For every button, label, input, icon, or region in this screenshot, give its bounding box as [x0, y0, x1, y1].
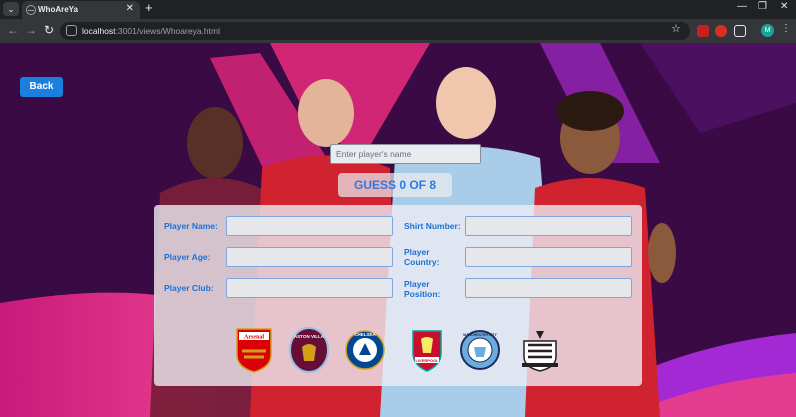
player-name-search-input[interactable]	[330, 144, 481, 164]
browser-menu-icon[interactable]: ⋮	[781, 23, 791, 34]
shirt-number-label: Shirt Number:	[404, 221, 461, 231]
player-name-field	[226, 216, 393, 236]
extension-red-icon[interactable]	[697, 25, 709, 37]
globe-icon	[26, 5, 36, 15]
guess-counter: GUESS 0 OF 8	[338, 173, 452, 197]
address-bar[interactable]: localhost:3001/views/Whoareya.html	[60, 22, 690, 40]
page-viewport: Back GUESS 0 OF 8 Player Name: Shirt Num…	[0, 43, 796, 417]
aston-villa-crest-icon: ASTON VILLA	[289, 327, 329, 373]
player-age-label: Player Age:	[164, 252, 211, 262]
minimize-icon[interactable]: —	[737, 1, 747, 12]
player-club-field	[226, 278, 393, 298]
close-window-icon[interactable]: ✕	[780, 1, 788, 12]
site-info-icon[interactable]	[66, 25, 77, 36]
extension-record-icon[interactable]	[715, 25, 727, 37]
arsenal-crest-icon: Arsenal	[236, 328, 272, 373]
browser-tab[interactable]: WhoAreYa ✕	[22, 1, 140, 19]
shirt-number-field	[465, 216, 632, 236]
reload-icon[interactable]: ↻	[44, 23, 54, 37]
newcastle-crest-icon	[522, 331, 558, 372]
svg-text:Arsenal: Arsenal	[244, 335, 264, 341]
player-position-field	[465, 278, 632, 298]
url-text: localhost:3001/views/Whoareya.html	[82, 26, 220, 36]
extensions-puzzle-icon[interactable]	[734, 25, 746, 37]
player-club-label: Player Club:	[164, 283, 214, 293]
browser-tab-strip: ⌄ WhoAreYa ✕ + — ❐ ✕	[0, 0, 796, 19]
forward-arrow-icon[interactable]: →	[25, 23, 37, 37]
player-name-label: Player Name:	[164, 221, 218, 231]
player-position-label: Player Position:	[404, 279, 441, 299]
tab-search-icon[interactable]: ⌄	[3, 2, 19, 16]
chelsea-crest-icon: CHELSEA	[345, 330, 385, 370]
liverpool-crest-icon: LIVERPOOL	[412, 330, 442, 372]
new-tab-icon[interactable]: +	[145, 0, 153, 15]
svg-text:MANCHESTER CITY: MANCHESTER CITY	[463, 333, 497, 337]
close-tab-icon[interactable]: ✕	[126, 3, 134, 14]
svg-text:ASTON VILLA: ASTON VILLA	[294, 334, 325, 339]
profile-avatar[interactable]: M	[761, 24, 774, 37]
player-country-label: Player Country:	[404, 247, 440, 267]
back-button[interactable]: Back	[20, 77, 63, 97]
manchester-city-crest-icon: MANCHESTER CITY	[460, 330, 500, 370]
back-arrow-icon[interactable]: ←	[7, 23, 19, 37]
player-country-field	[465, 247, 632, 267]
tab-title: WhoAreYa	[38, 5, 79, 14]
bookmark-star-icon[interactable]: ☆	[671, 22, 681, 35]
address-toolbar: ← → ↻ localhost:3001/views/Whoareya.html…	[0, 19, 796, 43]
svg-text:LIVERPOOL: LIVERPOOL	[415, 358, 439, 363]
restore-icon[interactable]: ❐	[758, 1, 767, 12]
player-info-panel: Player Name: Shirt Number: Player Age: P…	[154, 205, 642, 386]
player-age-field	[226, 247, 393, 267]
svg-text:CHELSEA: CHELSEA	[354, 332, 376, 337]
